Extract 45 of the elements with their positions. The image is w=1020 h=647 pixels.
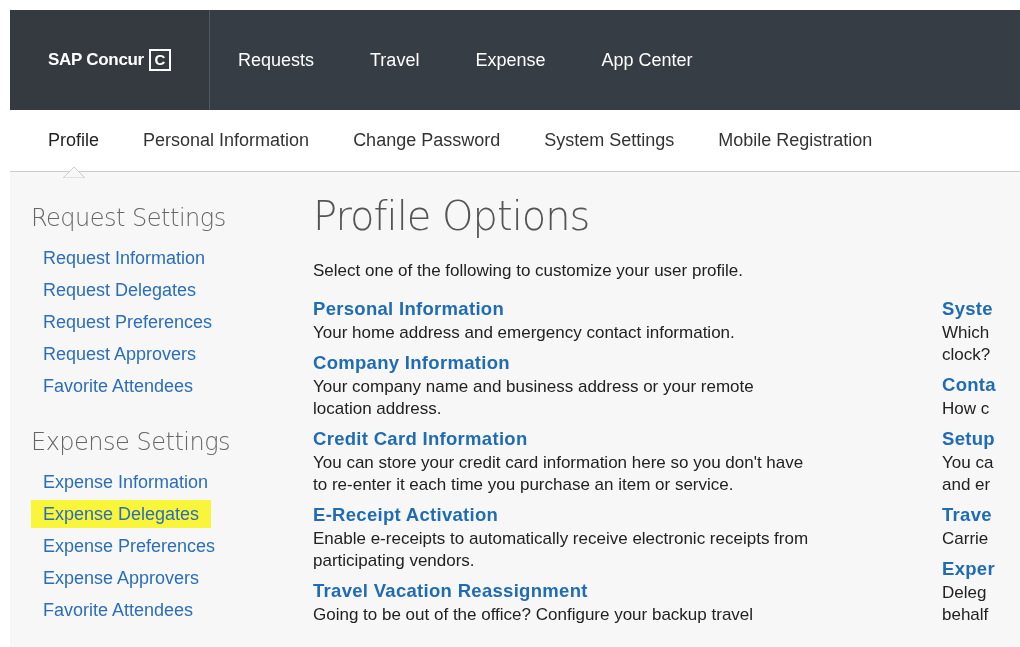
sidebar-link[interactable]: Request Preferences (31, 308, 225, 336)
option-description: Which clock? (942, 321, 992, 366)
option-link[interactable]: Syste (942, 297, 993, 319)
option-link[interactable]: Exper (942, 557, 995, 579)
sidebar-link[interactable]: Favorite Attendees (31, 596, 206, 624)
nav-link[interactable]: App Center (601, 46, 693, 74)
nav-link[interactable]: Travel (370, 46, 420, 74)
logo-text: SAP Concur (48, 49, 144, 72)
sidebar-link[interactable]: Favorite Attendees (31, 372, 206, 400)
option-description: Your home address and emergency contact information. (313, 321, 736, 344)
nav-link[interactable]: Expense (475, 46, 546, 74)
page-title: Profile Options (313, 194, 591, 238)
logo-mark: C (148, 49, 171, 71)
profile-tab[interactable]: Change Password (331, 127, 523, 154)
option-description: Your company name and business address or your remote location address. (313, 375, 755, 420)
nav-link[interactable]: Requests (238, 46, 315, 74)
option-link[interactable]: Credit Card Information (313, 427, 528, 449)
sidebar-link[interactable]: Request Delegates (31, 276, 209, 304)
sidebar-link[interactable]: Expense Information (31, 468, 221, 496)
profile-tab[interactable]: System Settings (522, 127, 697, 154)
sidebar-link[interactable]: Expense Approvers (31, 564, 212, 592)
option-link[interactable]: Trave (942, 503, 992, 525)
option-description: Going to be out of the office? Configure your backup travel (313, 603, 755, 626)
intro-text: Select one of the following to customize your user profile. (313, 260, 744, 282)
sidebar-link[interactable]: Request Approvers (31, 340, 209, 368)
section-heading: Expense Settings (31, 427, 232, 458)
option-link[interactable]: Personal Information (313, 297, 505, 319)
sidebar-link[interactable]: Expense Preferences (31, 532, 228, 560)
section-heading: Request Settings (31, 203, 227, 234)
option-description: You ca and er (942, 451, 995, 496)
option-description: Enable e-receipts to automatically receive electronic receipts from participating vendors. (313, 527, 810, 572)
profile-tab[interactable]: Mobile Registration (696, 127, 895, 154)
option-link[interactable]: Travel Vacation Reassignment (313, 579, 588, 601)
option-link[interactable]: Conta (942, 373, 996, 395)
option-link[interactable]: Setup (942, 427, 995, 449)
option-link[interactable]: E-Receipt Activation (313, 503, 499, 525)
option-description: Deleg behalf (942, 581, 990, 626)
profile-tab[interactable]: Profile (26, 127, 122, 154)
option-description: How c (942, 397, 991, 420)
sidebar-link[interactable]: Request Information (31, 244, 218, 272)
profile-tab[interactable]: Personal Information (121, 127, 332, 154)
option-description: You can store your credit card information here so you don't have to re-enter it each time you purchase an item or service. (313, 451, 805, 496)
option-link[interactable]: Company Information (313, 351, 510, 373)
option-description: Carrie (942, 527, 990, 550)
sidebar-link[interactable]: Expense Delegates (31, 500, 212, 528)
